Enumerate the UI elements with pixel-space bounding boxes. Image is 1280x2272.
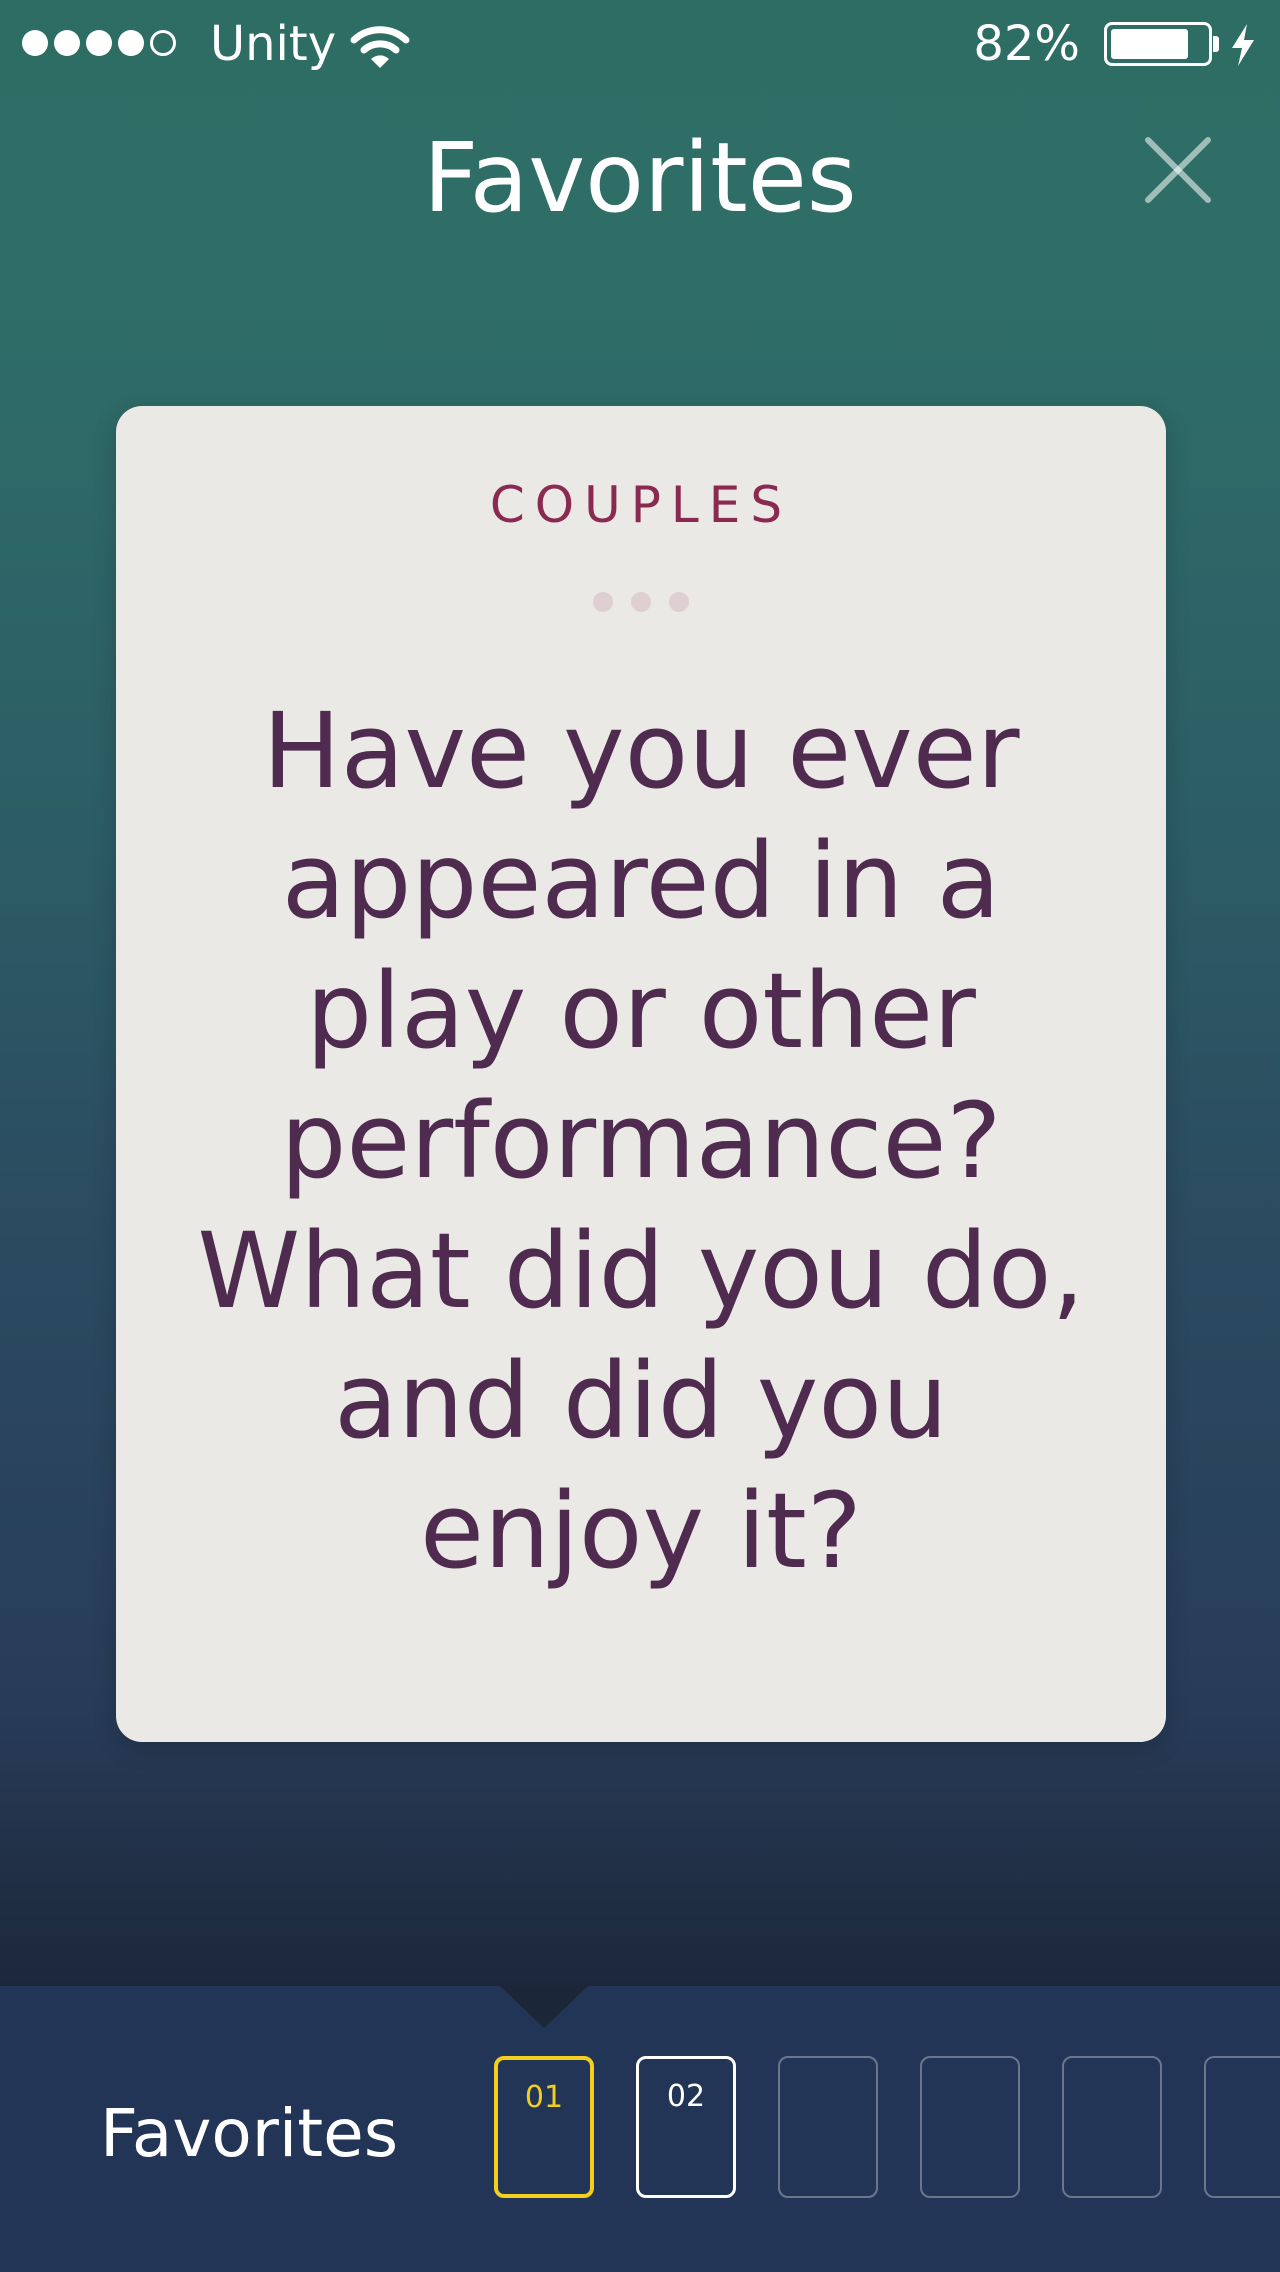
favorite-slot-04[interactable] [920,2056,1020,2198]
tray-pointer-icon [500,1986,588,2028]
card-question: Have you ever appeared in a play or othe… [197,690,1085,1592]
question-card[interactable]: COUPLES Have you ever appeared in a play… [116,406,1166,1742]
card-dot [631,592,651,612]
card-dot [593,592,613,612]
battery-percentage: 82% [973,16,1080,72]
wifi-icon [350,26,410,68]
page-title: Favorites [423,122,857,234]
charging-bolt-icon [1232,24,1254,66]
tray-label: Favorites [100,2095,399,2172]
carrier-name: Unity [210,16,337,72]
battery-icon [1104,22,1212,66]
favorite-slot-06[interactable] [1204,2056,1280,2198]
status-bar: Unity 82% [0,0,1280,92]
battery-nub [1213,36,1219,52]
slot-number: 02 [666,2079,706,2114]
slot-number: 01 [524,2080,564,2115]
card-more-icon [116,592,1166,612]
favorite-slot-03[interactable] [778,2056,878,2198]
favorite-slot-02[interactable]: 02 [636,2056,736,2198]
signal-dot [86,30,112,56]
signal-strength-icon [22,30,176,56]
card-category: COUPLES [489,476,793,534]
favorite-slot-01[interactable]: 01 [494,2056,594,2198]
battery-level [1111,29,1189,59]
signal-dot [54,30,80,56]
signal-dot [118,30,144,56]
card-dot [669,592,689,612]
favorite-slot-05[interactable] [1062,2056,1162,2198]
close-icon[interactable] [1138,130,1218,210]
signal-dot [150,30,176,56]
signal-dot [22,30,48,56]
